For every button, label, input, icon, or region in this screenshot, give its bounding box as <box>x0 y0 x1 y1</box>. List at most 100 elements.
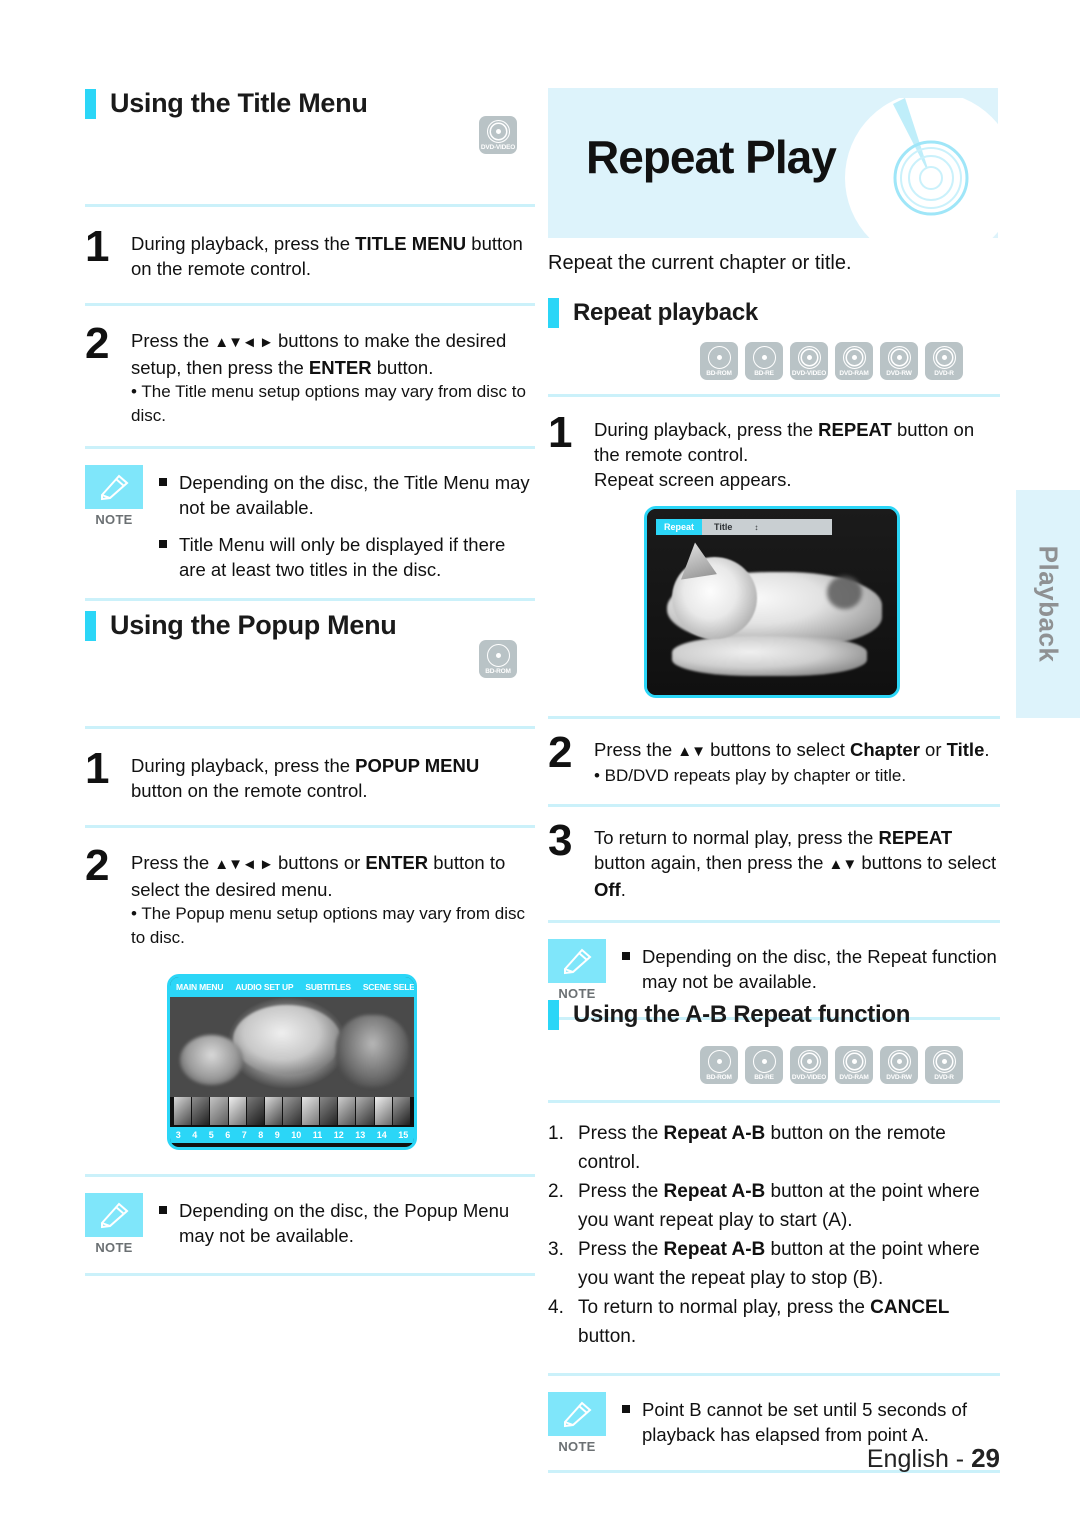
note-items: Depending on the disc, the Popup Menu ma… <box>159 1193 535 1248</box>
disc-icon <box>752 1049 776 1073</box>
square-bullet-icon <box>622 1405 630 1413</box>
accent-bar-icon <box>85 610 96 641</box>
section-repeat-playback: Repeat playback BD-ROM BD-RE DVD-VIDEO D… <box>548 298 1000 1020</box>
scene-thumbnail[interactable] <box>192 1097 210 1125</box>
step-2: 2 Press the ▲▼◄ ► buttons to make the de… <box>85 322 535 428</box>
divider <box>85 1273 535 1276</box>
list-marker: 4. <box>548 1297 564 1318</box>
popup-menu-item-audio-set-up[interactable]: AUDIO SET UP <box>229 977 300 997</box>
note-label: NOTE <box>558 1439 596 1454</box>
step-text-pre: To return to normal play, press the <box>594 827 879 848</box>
updown-arrows-icon: ▲▼ <box>828 856 858 873</box>
section-title: Repeat playback <box>573 299 758 326</box>
scene-thumbnail[interactable] <box>338 1097 356 1125</box>
disc-icon <box>887 1049 911 1073</box>
scene-thumbnail[interactable] <box>228 1097 246 1125</box>
step-text-bold2: Off <box>594 879 621 900</box>
disc-badge-label: DVD-RW <box>886 369 912 377</box>
note-badge: NOTE <box>548 939 606 1001</box>
divider <box>85 1174 535 1177</box>
dpad-arrows-icon: ▲▼◄ ► <box>214 334 274 351</box>
disc-badge-dvd-r: DVD-R <box>925 1046 963 1084</box>
ab-repeat-list: 1. Press the Repeat A-B button on the re… <box>548 1119 1000 1351</box>
step-extra-text: Repeat screen appears. <box>594 469 792 490</box>
disc-badge-row: BD-ROM BD-RE DVD-VIDEO DVD-RAM DVD-RW DV… <box>700 1046 1000 1084</box>
step-1: 1 During playback, press the TITLE MENU … <box>85 225 535 281</box>
list-text-bold: Repeat A-B <box>663 1239 766 1260</box>
scene-number[interactable]: 6 <box>225 1130 230 1140</box>
divider <box>85 726 535 729</box>
step-text-mid: buttons or <box>272 852 366 873</box>
step-text-mid: buttons to select <box>705 739 851 760</box>
scene-number[interactable]: 3 <box>176 1130 181 1140</box>
disc-graphic-icon <box>831 98 1006 273</box>
heading-using-the-title-menu: Using the Title Menu <box>85 88 535 119</box>
scene-thumbnail[interactable] <box>283 1097 301 1125</box>
page-title: Repeat Play <box>586 131 837 183</box>
scene-thumbnail[interactable] <box>174 1097 192 1125</box>
note-badge: NOTE <box>85 1193 143 1255</box>
disc-badge-dvd-r: DVD-R <box>925 342 963 380</box>
step-text-bold: ENTER <box>365 852 429 873</box>
scene-thumbnail-strip[interactable] <box>174 1097 410 1125</box>
disc-badge-dvd-video: DVD-VIDEO <box>790 1046 828 1084</box>
note-item-text: Depending on the disc, the Title Menu ma… <box>179 472 530 518</box>
scene-thumbnail[interactable] <box>301 1097 319 1125</box>
step-text-pre: Press the <box>594 739 678 760</box>
disc-badge-dvd-ram: DVD-RAM <box>835 1046 873 1084</box>
disc-badge-label: DVD-RAM <box>839 1073 869 1081</box>
scene-number[interactable]: 5 <box>209 1130 214 1140</box>
scene-thumbnail[interactable] <box>374 1097 392 1125</box>
osd-key-repeat[interactable]: Repeat <box>656 519 703 535</box>
scene-number[interactable]: 7 <box>242 1130 247 1140</box>
scene-thumbnail[interactable] <box>210 1097 228 1125</box>
note-items: Depending on the disc, the Repeat functi… <box>622 939 1000 994</box>
pencil-icon <box>548 939 606 983</box>
pencil-icon-svg <box>101 474 129 501</box>
scene-number[interactable]: 4 <box>192 1130 197 1140</box>
repeat-osd-bar[interactable]: Repeat Title ↕ <box>656 519 832 535</box>
osd-value-title[interactable]: Title <box>702 522 732 532</box>
note-item: Depending on the disc, the Popup Menu ma… <box>159 1198 535 1248</box>
scene-number[interactable]: 14 <box>377 1130 387 1140</box>
divider <box>85 598 535 601</box>
scene-thumbnail[interactable] <box>265 1097 283 1125</box>
pencil-icon-svg <box>564 1401 592 1428</box>
popup-menu-bar[interactable]: MAIN MENU AUDIO SET UP SUBTITLES SCENE S… <box>170 977 414 997</box>
popup-menu-video-frame <box>170 997 414 1097</box>
disc-badge-label: BD-ROM <box>706 1073 732 1081</box>
scene-thumbnail[interactable] <box>356 1097 374 1125</box>
step-2: 2 Press the ▲▼◄ ► buttons or ENTER butto… <box>85 844 535 950</box>
divider <box>548 920 1000 923</box>
popup-menu-item-subtitles[interactable]: SUBTITLES <box>299 977 357 997</box>
scene-number[interactable]: 13 <box>355 1130 365 1140</box>
scene-number[interactable]: 11 <box>313 1130 323 1140</box>
disc-badge-label: DVD-RW <box>886 1073 912 1081</box>
scene-number[interactable]: 8 <box>258 1130 263 1140</box>
step-text-bold: TITLE MENU <box>355 233 467 254</box>
scene-number[interactable]: 10 <box>291 1130 301 1140</box>
scene-number[interactable]: 15 <box>398 1130 408 1140</box>
scene-number[interactable]: 12 <box>334 1130 344 1140</box>
popup-menu-item-main-menu[interactable]: MAIN MENU <box>170 977 230 997</box>
scene-thumbnail[interactable] <box>246 1097 265 1125</box>
scene-number-row[interactable]: 3 4 5 6 7 8 9 10 11 12 13 14 15 <box>170 1127 414 1143</box>
list-text-bold: CANCEL <box>870 1297 950 1318</box>
scene-number[interactable]: 9 <box>275 1130 280 1140</box>
note-item: Point B cannot be set until 5 seconds of… <box>622 1397 1000 1447</box>
scene-thumbnail[interactable] <box>392 1097 410 1125</box>
popup-menu-item-scene-selections[interactable]: SCENE SELECTIONS <box>356 977 414 997</box>
accent-bar-icon <box>85 88 96 119</box>
step-bullet: • The Popup menu setup options may vary … <box>131 904 525 947</box>
scene-thumbnail[interactable] <box>319 1097 338 1125</box>
page-footer: English - 29 <box>867 1443 1000 1474</box>
divider <box>85 204 535 207</box>
note-box: NOTE Depending on the disc, the Title Me… <box>85 465 535 582</box>
disc-badge-dvd-video: DVD-VIDEO <box>479 116 517 154</box>
section-title-menu: Using the Title Menu DVD-VIDEO 1 During … <box>85 88 535 601</box>
square-bullet-icon <box>159 540 167 548</box>
disc-badge-bd-re: BD-RE <box>745 1046 783 1084</box>
note-item-text: Depending on the disc, the Popup Menu ma… <box>179 1200 510 1246</box>
step-text-pre: During playback, press the <box>131 755 356 776</box>
heading-repeat-playback: Repeat playback <box>548 298 1000 328</box>
